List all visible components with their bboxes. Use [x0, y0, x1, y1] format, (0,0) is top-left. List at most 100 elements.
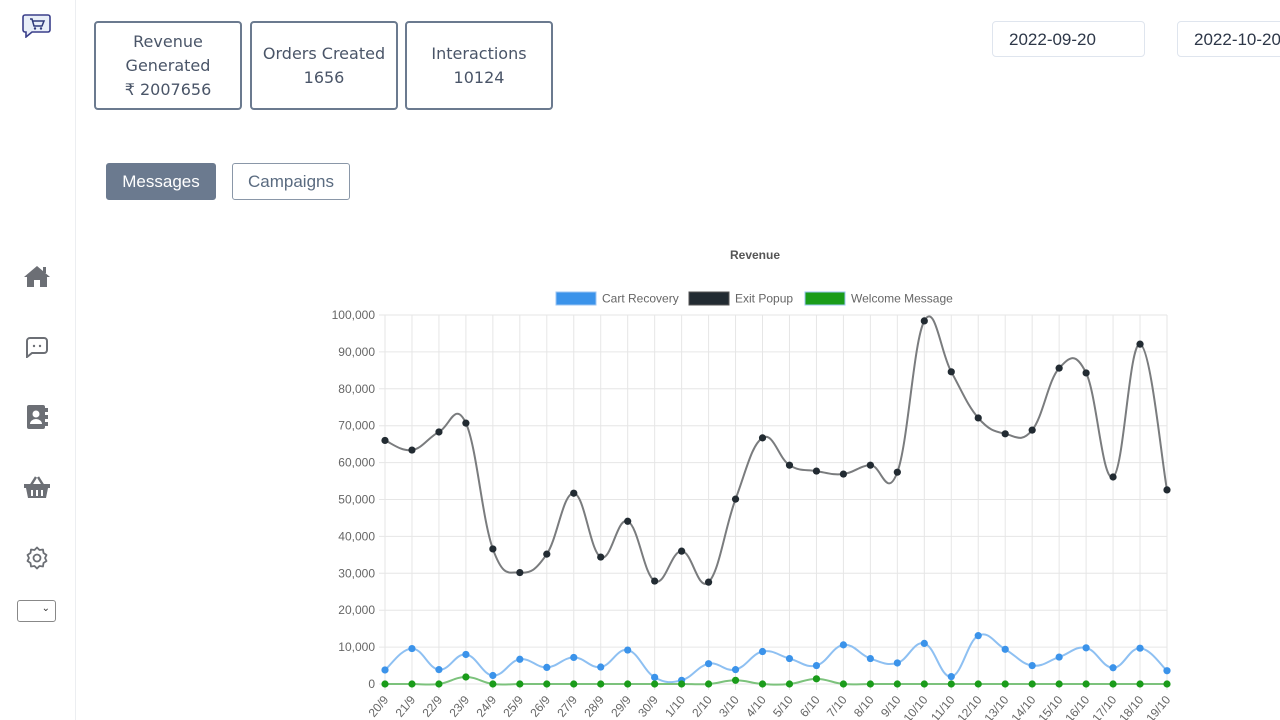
series-line-cart-recovery [384, 633, 1168, 684]
x-tick-label: 19/10 [1143, 693, 1173, 720]
home-icon[interactable] [22, 261, 52, 291]
stat-value: ₹ 2007656 [124, 79, 212, 99]
tab-messages[interactable]: Messages [106, 163, 216, 200]
data-point-cart-recovery [974, 632, 982, 640]
x-tick-label: 25/9 [500, 693, 526, 720]
x-tick-label: 18/10 [1116, 693, 1146, 720]
data-point-welcome-message [516, 680, 524, 688]
data-point-exit-popup [758, 434, 767, 442]
data-point-cart-recovery [839, 641, 848, 649]
data-point-welcome-message [435, 680, 443, 688]
x-tick-label: 24/9 [473, 693, 499, 720]
data-point-cart-recovery [866, 654, 874, 663]
data-point-welcome-message [651, 680, 659, 688]
data-point-cart-recovery [758, 647, 767, 656]
legend-swatch [688, 291, 730, 306]
data-point-exit-popup [785, 461, 794, 469]
settings-icon[interactable] [22, 543, 52, 573]
data-point-exit-popup [381, 436, 389, 445]
data-point-welcome-message [920, 680, 928, 688]
data-point-exit-popup [731, 495, 740, 503]
data-point-exit-popup [1109, 473, 1117, 481]
x-tick-label: 15/10 [1035, 693, 1065, 720]
data-point-cart-recovery [489, 671, 497, 680]
data-point-exit-popup [651, 577, 659, 585]
data-point-exit-popup [516, 568, 524, 577]
sidebar-select[interactable]: ⌄ [17, 600, 56, 622]
x-tick-label: 17/10 [1089, 693, 1119, 720]
data-point-welcome-message [866, 680, 874, 688]
data-point-cart-recovery [624, 646, 632, 654]
data-point-exit-popup [624, 517, 632, 525]
stat-revenue-generated: Revenue Generated ₹ 2007656 [94, 21, 242, 110]
legend-swatch [555, 291, 597, 306]
data-point-cart-recovery [570, 653, 578, 662]
y-tick-label: 0 [368, 677, 375, 691]
data-point-cart-recovery [462, 650, 470, 659]
data-point-exit-popup [1001, 430, 1009, 438]
data-point-welcome-message [1163, 680, 1171, 688]
x-tick-label: 16/10 [1062, 693, 1092, 720]
x-tick-label: 1/10 [662, 693, 688, 720]
x-tick-label: 26/9 [527, 693, 553, 720]
x-tick-label: 12/10 [955, 693, 985, 720]
cart-chat-logo-icon[interactable] [22, 12, 52, 39]
x-tick-label: 4/10 [743, 693, 769, 720]
data-point-cart-recovery [435, 666, 443, 674]
data-point-welcome-message [758, 680, 767, 688]
data-point-exit-popup [1136, 340, 1144, 348]
data-point-welcome-message [597, 680, 605, 688]
data-point-welcome-message [543, 680, 551, 688]
y-tick-label: 80,000 [338, 382, 375, 396]
data-point-cart-recovery [543, 663, 551, 671]
data-point-welcome-message [893, 680, 901, 688]
basket-icon[interactable] [22, 472, 52, 502]
x-tick-label: 2/10 [689, 693, 715, 720]
x-tick-label: 3/10 [716, 693, 742, 720]
x-tick-label: 13/10 [981, 693, 1011, 720]
data-point-cart-recovery [704, 660, 713, 668]
data-point-exit-popup [1028, 426, 1036, 434]
data-point-cart-recovery [1082, 644, 1090, 652]
stat-label: Interactions [431, 43, 527, 63]
legend-label: Exit Popup [735, 292, 793, 306]
x-tick-label: 20/9 [366, 693, 392, 720]
x-tick-label: 27/9 [554, 693, 580, 720]
contacts-icon[interactable] [22, 402, 52, 432]
data-point-exit-popup [974, 414, 982, 422]
data-point-welcome-message [731, 676, 740, 684]
data-point-welcome-message [489, 680, 497, 688]
data-point-welcome-message [974, 680, 982, 688]
data-point-welcome-message [381, 680, 389, 688]
data-point-exit-popup [920, 317, 928, 325]
data-point-cart-recovery [1109, 664, 1117, 672]
chat-icon[interactable] [22, 332, 52, 362]
data-point-cart-recovery [408, 644, 416, 653]
data-point-cart-recovery [893, 659, 901, 667]
y-tick-label: 100,000 [332, 308, 376, 322]
revenue-chart: Revenue Cart Recovery Exit Popup Welcome Me… [332, 248, 1174, 720]
legend-label: Cart Recovery [602, 292, 679, 306]
end-date-input[interactable]: 2022-10-20 [1177, 21, 1280, 57]
data-point-exit-popup [812, 467, 821, 475]
data-point-exit-popup [462, 419, 470, 427]
data-point-cart-recovery [731, 666, 740, 674]
stat-label: Generated [125, 55, 211, 75]
data-point-exit-popup [893, 468, 901, 476]
data-point-cart-recovery [920, 639, 928, 648]
data-point-exit-popup [543, 550, 551, 558]
y-tick-label: 20,000 [338, 603, 375, 617]
data-point-welcome-message [947, 680, 955, 688]
tab-campaigns[interactable]: Campaigns [232, 163, 350, 200]
data-point-cart-recovery [785, 654, 794, 663]
data-point-welcome-message [785, 680, 794, 688]
x-tick-label: 7/10 [824, 693, 850, 720]
data-point-cart-recovery [516, 655, 524, 663]
data-point-welcome-message [570, 680, 578, 688]
data-point-exit-popup [678, 547, 686, 555]
data-point-exit-popup [597, 553, 605, 561]
y-tick-label: 60,000 [338, 456, 375, 470]
x-tick-label: 30/9 [635, 693, 661, 720]
data-point-exit-popup [435, 428, 443, 436]
start-date-input[interactable]: 2022-09-20 [992, 21, 1145, 57]
